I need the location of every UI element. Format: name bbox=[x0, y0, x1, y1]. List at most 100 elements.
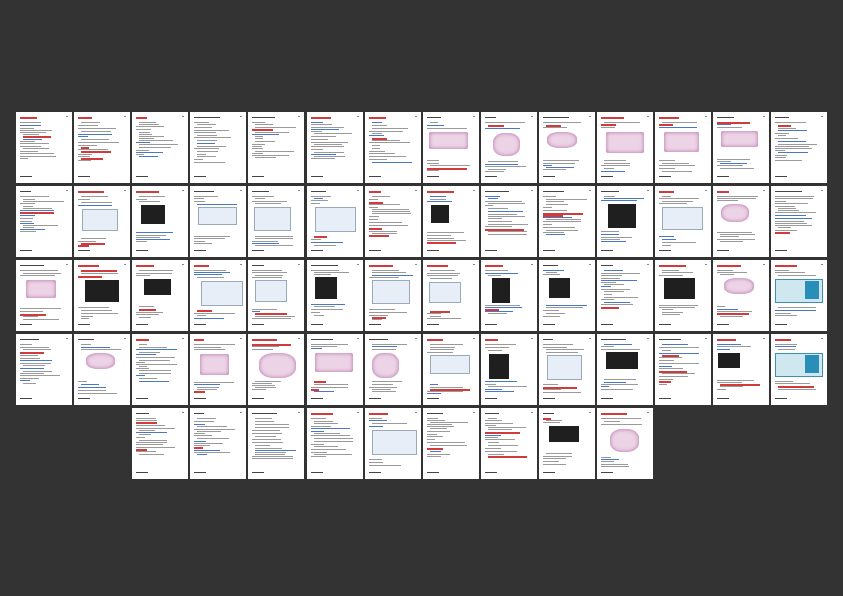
text-line bbox=[775, 339, 791, 341]
page-thumbnail[interactable] bbox=[74, 260, 130, 331]
text-line bbox=[194, 270, 226, 271]
page-thumbnail[interactable] bbox=[655, 186, 711, 257]
page-thumbnail[interactable] bbox=[771, 112, 827, 183]
page-number-mark bbox=[298, 116, 300, 117]
page-thumbnail[interactable] bbox=[248, 112, 304, 183]
page-thumbnail[interactable] bbox=[539, 186, 595, 257]
text-line bbox=[23, 201, 64, 202]
text-line bbox=[775, 383, 810, 384]
page-thumbnail[interactable] bbox=[655, 112, 711, 183]
histology-image bbox=[606, 132, 644, 153]
page-thumbnail[interactable] bbox=[132, 260, 188, 331]
page-thumbnail[interactable] bbox=[248, 334, 304, 405]
page-thumbnail[interactable] bbox=[16, 112, 72, 183]
page-thumbnail[interactable] bbox=[365, 408, 421, 479]
page-thumbnail[interactable] bbox=[190, 186, 246, 257]
text-line bbox=[314, 306, 335, 307]
page-thumbnail[interactable] bbox=[423, 334, 479, 405]
page-thumbnail[interactable] bbox=[423, 112, 479, 183]
text-line bbox=[252, 270, 282, 271]
page-thumbnail[interactable] bbox=[365, 260, 421, 331]
page-thumbnail[interactable] bbox=[307, 334, 363, 405]
text-line bbox=[252, 129, 273, 131]
page-thumbnail[interactable] bbox=[365, 334, 421, 405]
page-thumbnail[interactable] bbox=[16, 260, 72, 331]
page-thumbnail[interactable] bbox=[307, 112, 363, 183]
page-thumbnail[interactable] bbox=[190, 112, 246, 183]
text-line bbox=[311, 239, 321, 240]
text-line bbox=[427, 424, 452, 425]
text-line bbox=[139, 147, 171, 148]
page-number-mark bbox=[240, 338, 242, 339]
page-thumbnail[interactable] bbox=[539, 334, 595, 405]
page-thumbnail[interactable] bbox=[539, 112, 595, 183]
page-thumbnail[interactable] bbox=[539, 408, 595, 479]
page-thumbnail[interactable] bbox=[655, 260, 711, 331]
page-thumbnail[interactable] bbox=[248, 186, 304, 257]
page-thumbnail[interactable] bbox=[481, 334, 537, 405]
text-line bbox=[194, 391, 205, 393]
text-line bbox=[255, 198, 265, 199]
text-line bbox=[194, 450, 220, 451]
page-thumbnail[interactable] bbox=[74, 112, 130, 183]
page-thumbnail[interactable] bbox=[655, 334, 711, 405]
page-thumbnail[interactable] bbox=[597, 408, 653, 479]
page-thumbnail[interactable] bbox=[248, 260, 304, 331]
page-thumbnail[interactable] bbox=[190, 334, 246, 405]
page-thumbnail[interactable] bbox=[771, 186, 827, 257]
page-thumbnail[interactable] bbox=[771, 260, 827, 331]
page-thumbnail[interactable] bbox=[190, 408, 246, 479]
text-line bbox=[136, 199, 147, 200]
page-thumbnail[interactable] bbox=[771, 334, 827, 405]
page-thumbnail[interactable] bbox=[307, 408, 363, 479]
footer-line bbox=[543, 324, 555, 325]
page-number-mark bbox=[589, 190, 591, 191]
page-thumbnail[interactable] bbox=[423, 408, 479, 479]
page-thumbnail[interactable] bbox=[74, 334, 130, 405]
page-thumbnail[interactable] bbox=[597, 334, 653, 405]
text-line bbox=[659, 384, 667, 385]
page-thumbnail[interactable] bbox=[132, 334, 188, 405]
text-line bbox=[252, 346, 279, 347]
page-thumbnail[interactable] bbox=[423, 186, 479, 257]
page-number-mark bbox=[66, 116, 68, 117]
text-line bbox=[485, 196, 500, 197]
page-thumbnail[interactable] bbox=[132, 112, 188, 183]
page-thumbnail[interactable] bbox=[307, 186, 363, 257]
page-thumbnail[interactable] bbox=[248, 408, 304, 479]
page-thumbnail[interactable] bbox=[713, 260, 769, 331]
page-thumbnail[interactable] bbox=[307, 260, 363, 331]
page-thumbnail[interactable] bbox=[16, 186, 72, 257]
page-thumbnail[interactable] bbox=[190, 260, 246, 331]
text-line bbox=[81, 131, 111, 132]
page-number-mark bbox=[240, 190, 242, 191]
page-thumbnail[interactable] bbox=[74, 186, 130, 257]
text-line bbox=[778, 130, 807, 131]
page-thumbnail[interactable] bbox=[481, 408, 537, 479]
page-thumbnail[interactable] bbox=[597, 186, 653, 257]
histology-image bbox=[315, 353, 353, 372]
page-thumbnail[interactable] bbox=[481, 186, 537, 257]
page-thumbnail[interactable] bbox=[132, 408, 188, 479]
text-line bbox=[139, 344, 147, 345]
page-thumbnail[interactable] bbox=[597, 112, 653, 183]
page-thumbnail[interactable] bbox=[365, 186, 421, 257]
page-thumbnail[interactable] bbox=[539, 260, 595, 331]
page-thumbnail[interactable] bbox=[16, 334, 72, 405]
text-line bbox=[20, 363, 51, 364]
text-line bbox=[717, 239, 755, 240]
page-thumbnail[interactable] bbox=[713, 186, 769, 257]
page-thumbnail[interactable] bbox=[481, 112, 537, 183]
text-line bbox=[488, 442, 499, 443]
page-thumbnail[interactable] bbox=[713, 334, 769, 405]
page-thumbnail[interactable] bbox=[481, 260, 537, 331]
text-line bbox=[430, 199, 446, 200]
page-thumbnail[interactable] bbox=[423, 260, 479, 331]
text-line bbox=[20, 347, 49, 348]
text-line bbox=[662, 163, 689, 164]
page-thumbnail[interactable] bbox=[365, 112, 421, 183]
text-line bbox=[311, 158, 335, 159]
page-thumbnail[interactable] bbox=[132, 186, 188, 257]
page-thumbnail[interactable] bbox=[713, 112, 769, 183]
page-thumbnail[interactable] bbox=[597, 260, 653, 331]
